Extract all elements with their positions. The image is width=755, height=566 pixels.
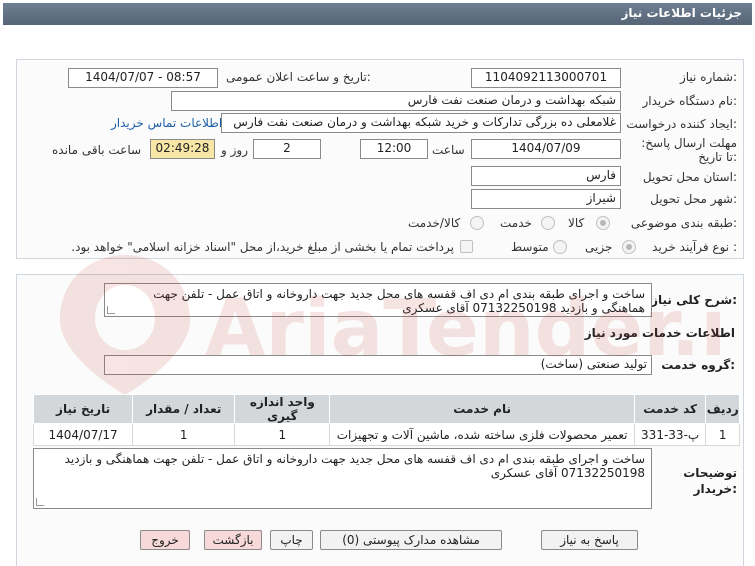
remaining-time-field: 02:49:28 [150, 139, 215, 159]
buyer-notes-text: ساخت و اجرای طبقه بندی ام دی اف قفسه های… [64, 452, 645, 480]
col-header-service-code: کد خدمت [633, 394, 707, 424]
province-field: فارس [471, 166, 621, 186]
services-table: ردیف کد خدمت نام خدمت واحد اندازه گیری ت… [32, 394, 740, 446]
view-attachments-button[interactable]: مشاهده مدارک پیوستی (0) [320, 530, 502, 550]
announce-date-field: 1404/07/07 - 08:57 [68, 68, 218, 88]
table-header-row: ردیف کد خدمت نام خدمت واحد اندازه گیری ت… [32, 394, 740, 424]
remaining-time-label: ساعت باقی مانده [52, 143, 142, 157]
cell-quantity: 1 [132, 423, 236, 446]
service-group-label: گروه خدمت: [661, 358, 735, 372]
category-radio-service[interactable] [541, 216, 555, 230]
reply-button[interactable]: پاسخ به نیاز [541, 530, 638, 550]
category-option-goods: کالا [568, 216, 585, 230]
category-label: طبقه بندی موضوعی: [630, 216, 737, 230]
exit-button[interactable]: خروج [140, 530, 190, 550]
city-label: شهر محل تحویل: [650, 192, 737, 206]
buyer-notes-textarea[interactable]: ساخت و اجرای طبقه بندی ام دی اف قفسه های… [33, 448, 652, 509]
buyer-contact-link[interactable]: اطلاعات تماس خریدار [111, 116, 222, 130]
cell-unit: 1 [234, 423, 331, 446]
page-header: جزئیات اطلاعات نیاز [3, 3, 752, 25]
process-radio-medium[interactable] [553, 240, 567, 254]
col-header-service-name: نام خدمت [329, 394, 635, 424]
cell-row-number: 1 [705, 423, 740, 446]
creator-label: ایجاد کننده درخواست: [626, 117, 737, 131]
announce-date-label: تاریخ و ساعت اعلان عمومی: [226, 70, 371, 84]
need-number-field: 1104092113000701 [471, 68, 621, 88]
resize-handle-icon[interactable] [107, 306, 115, 314]
cell-need-date: 1404/07/17 [32, 423, 134, 446]
process-option-minor: جزیی [585, 240, 613, 254]
deadline-date-field: 1404/07/09 [471, 139, 621, 159]
col-header-quantity: تعداد / مقدار [132, 394, 236, 424]
buyer-org-field: شبکه بهداشت و درمان صنعت نفت فارس [171, 91, 621, 111]
buyer-org-label: نام دستگاه خریدار: [642, 94, 738, 108]
process-radio-minor[interactable] [622, 240, 636, 254]
table-row[interactable]: 1 پ-33-331 تعمیر محصولات فلزی ساخته شده،… [32, 423, 740, 446]
category-radio-goods[interactable] [596, 216, 610, 230]
col-header-row-number: ردیف [705, 394, 740, 424]
days-label: روز و [221, 143, 248, 157]
deadline-time-field: 12:00 [360, 139, 428, 159]
resize-handle-icon[interactable] [36, 498, 44, 506]
process-label: نوع فرآیند خرید : [652, 240, 737, 254]
treasury-checkbox[interactable] [460, 240, 473, 253]
category-option-service: خدمت [500, 216, 532, 230]
cell-service-name: تعمیر محصولات فلزی ساخته شده، ماشین آلات… [329, 423, 635, 446]
category-radio-goods-service[interactable] [470, 216, 484, 230]
print-button[interactable]: چاپ [270, 530, 313, 550]
buyer-notes-label: توضیحات خریدار: [683, 466, 737, 496]
page-title: جزئیات اطلاعات نیاز [621, 6, 742, 20]
service-group-field: تولید صنعتی (ساخت) [104, 355, 652, 375]
services-title: اطلاعات خدمات مورد نیاز [584, 326, 735, 340]
description-text: ساخت و اجرای طبقه بندی ام دی اف قفسه های… [153, 287, 645, 315]
city-field: شیراز [471, 189, 621, 209]
back-button[interactable]: بازگشت [204, 530, 262, 550]
deadline-label: مهلت ارسال پاسخ: تا تاریخ: [641, 136, 737, 164]
process-option-medium: متوسط [511, 240, 549, 254]
description-label: شرح کلی نیاز: [651, 293, 737, 307]
need-number-label: شماره نیاز: [679, 70, 737, 84]
deadline-time-label: ساعت [432, 143, 465, 157]
col-header-unit: واحد اندازه گیری [234, 394, 331, 424]
category-option-goods-service: کالا/خدمت [408, 216, 461, 230]
creator-field: غلامعلی ده بزرگی تدارکات و خرید شبکه بهد… [221, 113, 621, 133]
cell-service-code: پ-33-331 [633, 423, 707, 446]
col-header-need-date: تاریخ نیاز [32, 394, 134, 424]
province-label: استان محل تحویل: [642, 170, 737, 184]
description-textarea[interactable]: ساخت و اجرای طبقه بندی ام دی اف قفسه های… [104, 283, 652, 317]
payment-note: پرداخت تمام یا بخشی از مبلغ خرید،از محل … [71, 240, 454, 254]
days-field: 2 [253, 139, 321, 159]
